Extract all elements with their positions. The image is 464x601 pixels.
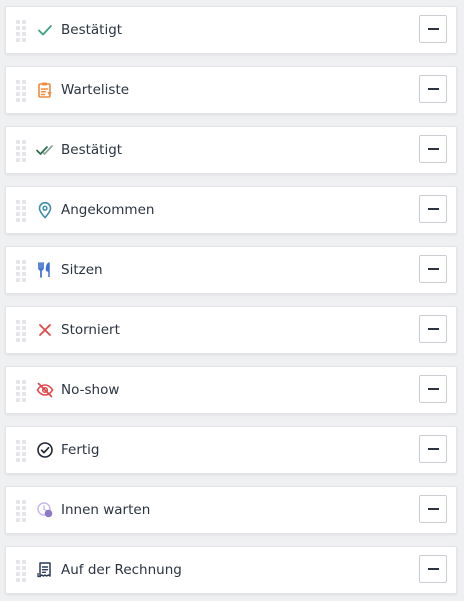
status-row[interactable]: Warteliste xyxy=(5,66,457,114)
minus-icon xyxy=(428,568,439,570)
waiting-inside-icon xyxy=(36,501,54,519)
minus-icon xyxy=(428,508,439,510)
drag-handle-icon[interactable] xyxy=(16,20,26,42)
drag-handle-icon[interactable] xyxy=(16,200,26,222)
minus-icon xyxy=(428,88,439,90)
drag-handle-icon[interactable] xyxy=(16,560,26,582)
remove-status-button[interactable] xyxy=(419,15,447,43)
double-checkmark-icon xyxy=(36,141,54,159)
drag-handle-icon[interactable] xyxy=(16,380,26,402)
drag-handle-icon[interactable] xyxy=(16,260,26,282)
status-label: Bestätigt xyxy=(61,22,123,38)
remove-status-button[interactable] xyxy=(419,135,447,163)
status-row[interactable]: Bestätigt xyxy=(5,6,457,54)
clipboard-list-icon xyxy=(36,81,54,99)
minus-icon xyxy=(428,268,439,270)
status-row[interactable]: Auf der Rechnung xyxy=(5,546,457,594)
status-label: Storniert xyxy=(61,322,120,338)
fork-knife-icon xyxy=(36,261,54,279)
minus-icon xyxy=(428,388,439,390)
remove-status-button[interactable] xyxy=(419,195,447,223)
minus-icon xyxy=(428,448,439,450)
status-row[interactable]: No-show xyxy=(5,366,457,414)
status-label: Bestätigt xyxy=(61,142,123,158)
status-row[interactable]: Bestätigt xyxy=(5,126,457,174)
drag-handle-icon[interactable] xyxy=(16,500,26,522)
status-label: No-show xyxy=(61,382,120,398)
remove-status-button[interactable] xyxy=(419,375,447,403)
remove-status-button[interactable] xyxy=(419,255,447,283)
remove-status-button[interactable] xyxy=(419,315,447,343)
drag-handle-icon[interactable] xyxy=(16,80,26,102)
cross-icon xyxy=(36,321,54,339)
checkmark-icon xyxy=(36,21,54,39)
remove-status-button[interactable] xyxy=(419,555,447,583)
status-row[interactable]: Innen warten xyxy=(5,486,457,534)
minus-icon xyxy=(428,208,439,210)
status-label: Sitzen xyxy=(61,262,103,278)
check-circle-icon xyxy=(36,441,54,459)
drag-handle-icon[interactable] xyxy=(16,440,26,462)
status-label: Innen warten xyxy=(61,502,151,518)
drag-handle-icon[interactable] xyxy=(16,320,26,342)
status-label: Angekommen xyxy=(61,202,155,218)
status-row[interactable]: Angekommen xyxy=(5,186,457,234)
status-row[interactable]: Fertig xyxy=(5,426,457,474)
drag-handle-icon[interactable] xyxy=(16,140,26,162)
remove-status-button[interactable] xyxy=(419,495,447,523)
minus-icon xyxy=(428,328,439,330)
remove-status-button[interactable] xyxy=(419,435,447,463)
remove-status-button[interactable] xyxy=(419,75,447,103)
status-row[interactable]: Storniert xyxy=(5,306,457,354)
receipt-icon xyxy=(36,561,54,579)
status-label: Warteliste xyxy=(61,82,130,98)
status-row[interactable]: Sitzen xyxy=(5,246,457,294)
status-label: Auf der Rechnung xyxy=(61,562,182,578)
minus-icon xyxy=(428,148,439,150)
minus-icon xyxy=(428,28,439,30)
eye-slash-icon xyxy=(36,381,54,399)
location-pin-icon xyxy=(36,201,54,219)
status-label: Fertig xyxy=(61,442,100,458)
